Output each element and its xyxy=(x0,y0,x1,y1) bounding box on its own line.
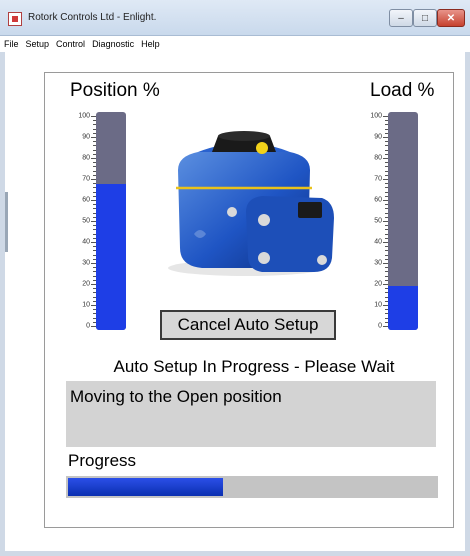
load-scale-tick-label: 90 xyxy=(374,133,382,141)
app-icon xyxy=(8,12,22,26)
load-gauge-title: Load % xyxy=(370,80,435,101)
frame-edge-mark xyxy=(5,192,8,252)
window-title: Rotork Controls Ltd - Enlight. xyxy=(28,12,157,23)
position-bar-fill xyxy=(96,183,126,330)
menu-setup[interactable]: Setup xyxy=(24,39,55,49)
load-scale-tick-label: 20 xyxy=(374,280,382,288)
load-scale-tick-label: 80 xyxy=(374,154,382,162)
maximize-button[interactable]: □ xyxy=(413,9,437,27)
load-scale-tick-label: 100 xyxy=(370,112,382,120)
position-gauge-title: Position % xyxy=(70,80,160,101)
status-message: Moving to the Open position xyxy=(70,387,282,406)
minimize-icon: – xyxy=(398,12,404,24)
progress-label: Progress xyxy=(68,451,137,470)
progress-bar-fill xyxy=(68,478,223,496)
progress-bar xyxy=(66,476,438,498)
position-scale-tick-label: 30 xyxy=(82,259,90,267)
position-scale-tick-label: 90 xyxy=(82,133,90,141)
menu-help[interactable]: Help xyxy=(139,39,165,49)
load-scale: 100 90 80 70 60 50 40 30 20 10 0 xyxy=(362,112,388,330)
position-bar xyxy=(96,112,126,330)
load-scale-tick-label: 0 xyxy=(378,322,382,330)
load-scale-tick-label: 30 xyxy=(374,259,382,267)
status-message-box: Moving to the Open position xyxy=(66,381,436,447)
position-scale-tick-label: 80 xyxy=(82,154,90,162)
close-icon: ✕ xyxy=(446,12,456,24)
cancel-auto-setup-button[interactable]: Cancel Auto Setup xyxy=(160,310,336,340)
menu-diagnostic[interactable]: Diagnostic xyxy=(90,39,139,49)
position-scale-tick-label: 10 xyxy=(82,301,90,309)
load-bar xyxy=(388,112,418,330)
position-scale: 100 90 80 70 60 50 40 30 20 10 0 xyxy=(70,112,96,330)
maximize-icon: □ xyxy=(421,12,429,24)
position-scale-tick-label: 60 xyxy=(82,196,90,204)
position-scale-tick-label: 100 xyxy=(78,112,90,120)
position-scale-tick-label: 70 xyxy=(82,175,90,183)
load-bar-fill xyxy=(388,286,418,330)
menu-file[interactable]: File xyxy=(2,39,24,49)
load-scale-tick-label: 60 xyxy=(374,196,382,204)
position-scale-tick-label: 50 xyxy=(82,217,90,225)
load-scale-tick-label: 70 xyxy=(374,175,382,183)
position-scale-tick-label: 20 xyxy=(82,280,90,288)
menu-bar: File Setup Control Diagnostic Help xyxy=(0,36,470,52)
position-scale-tick-label: 0 xyxy=(86,322,90,330)
position-scale-tick-label: 40 xyxy=(82,238,90,246)
load-scale-tick-label: 40 xyxy=(374,238,382,246)
rotork-actuator-icon xyxy=(168,131,334,276)
load-scale-tick-label: 10 xyxy=(374,301,382,309)
title-bar: Rotork Controls Ltd - Enlight. – □ ✕ xyxy=(0,0,470,36)
close-button[interactable]: ✕ xyxy=(437,9,465,27)
load-scale-tick-label: 50 xyxy=(374,217,382,225)
menu-control[interactable]: Control xyxy=(54,39,90,49)
minimize-button[interactable]: – xyxy=(389,9,413,27)
status-headline: Auto Setup In Progress - Please Wait xyxy=(113,357,395,376)
